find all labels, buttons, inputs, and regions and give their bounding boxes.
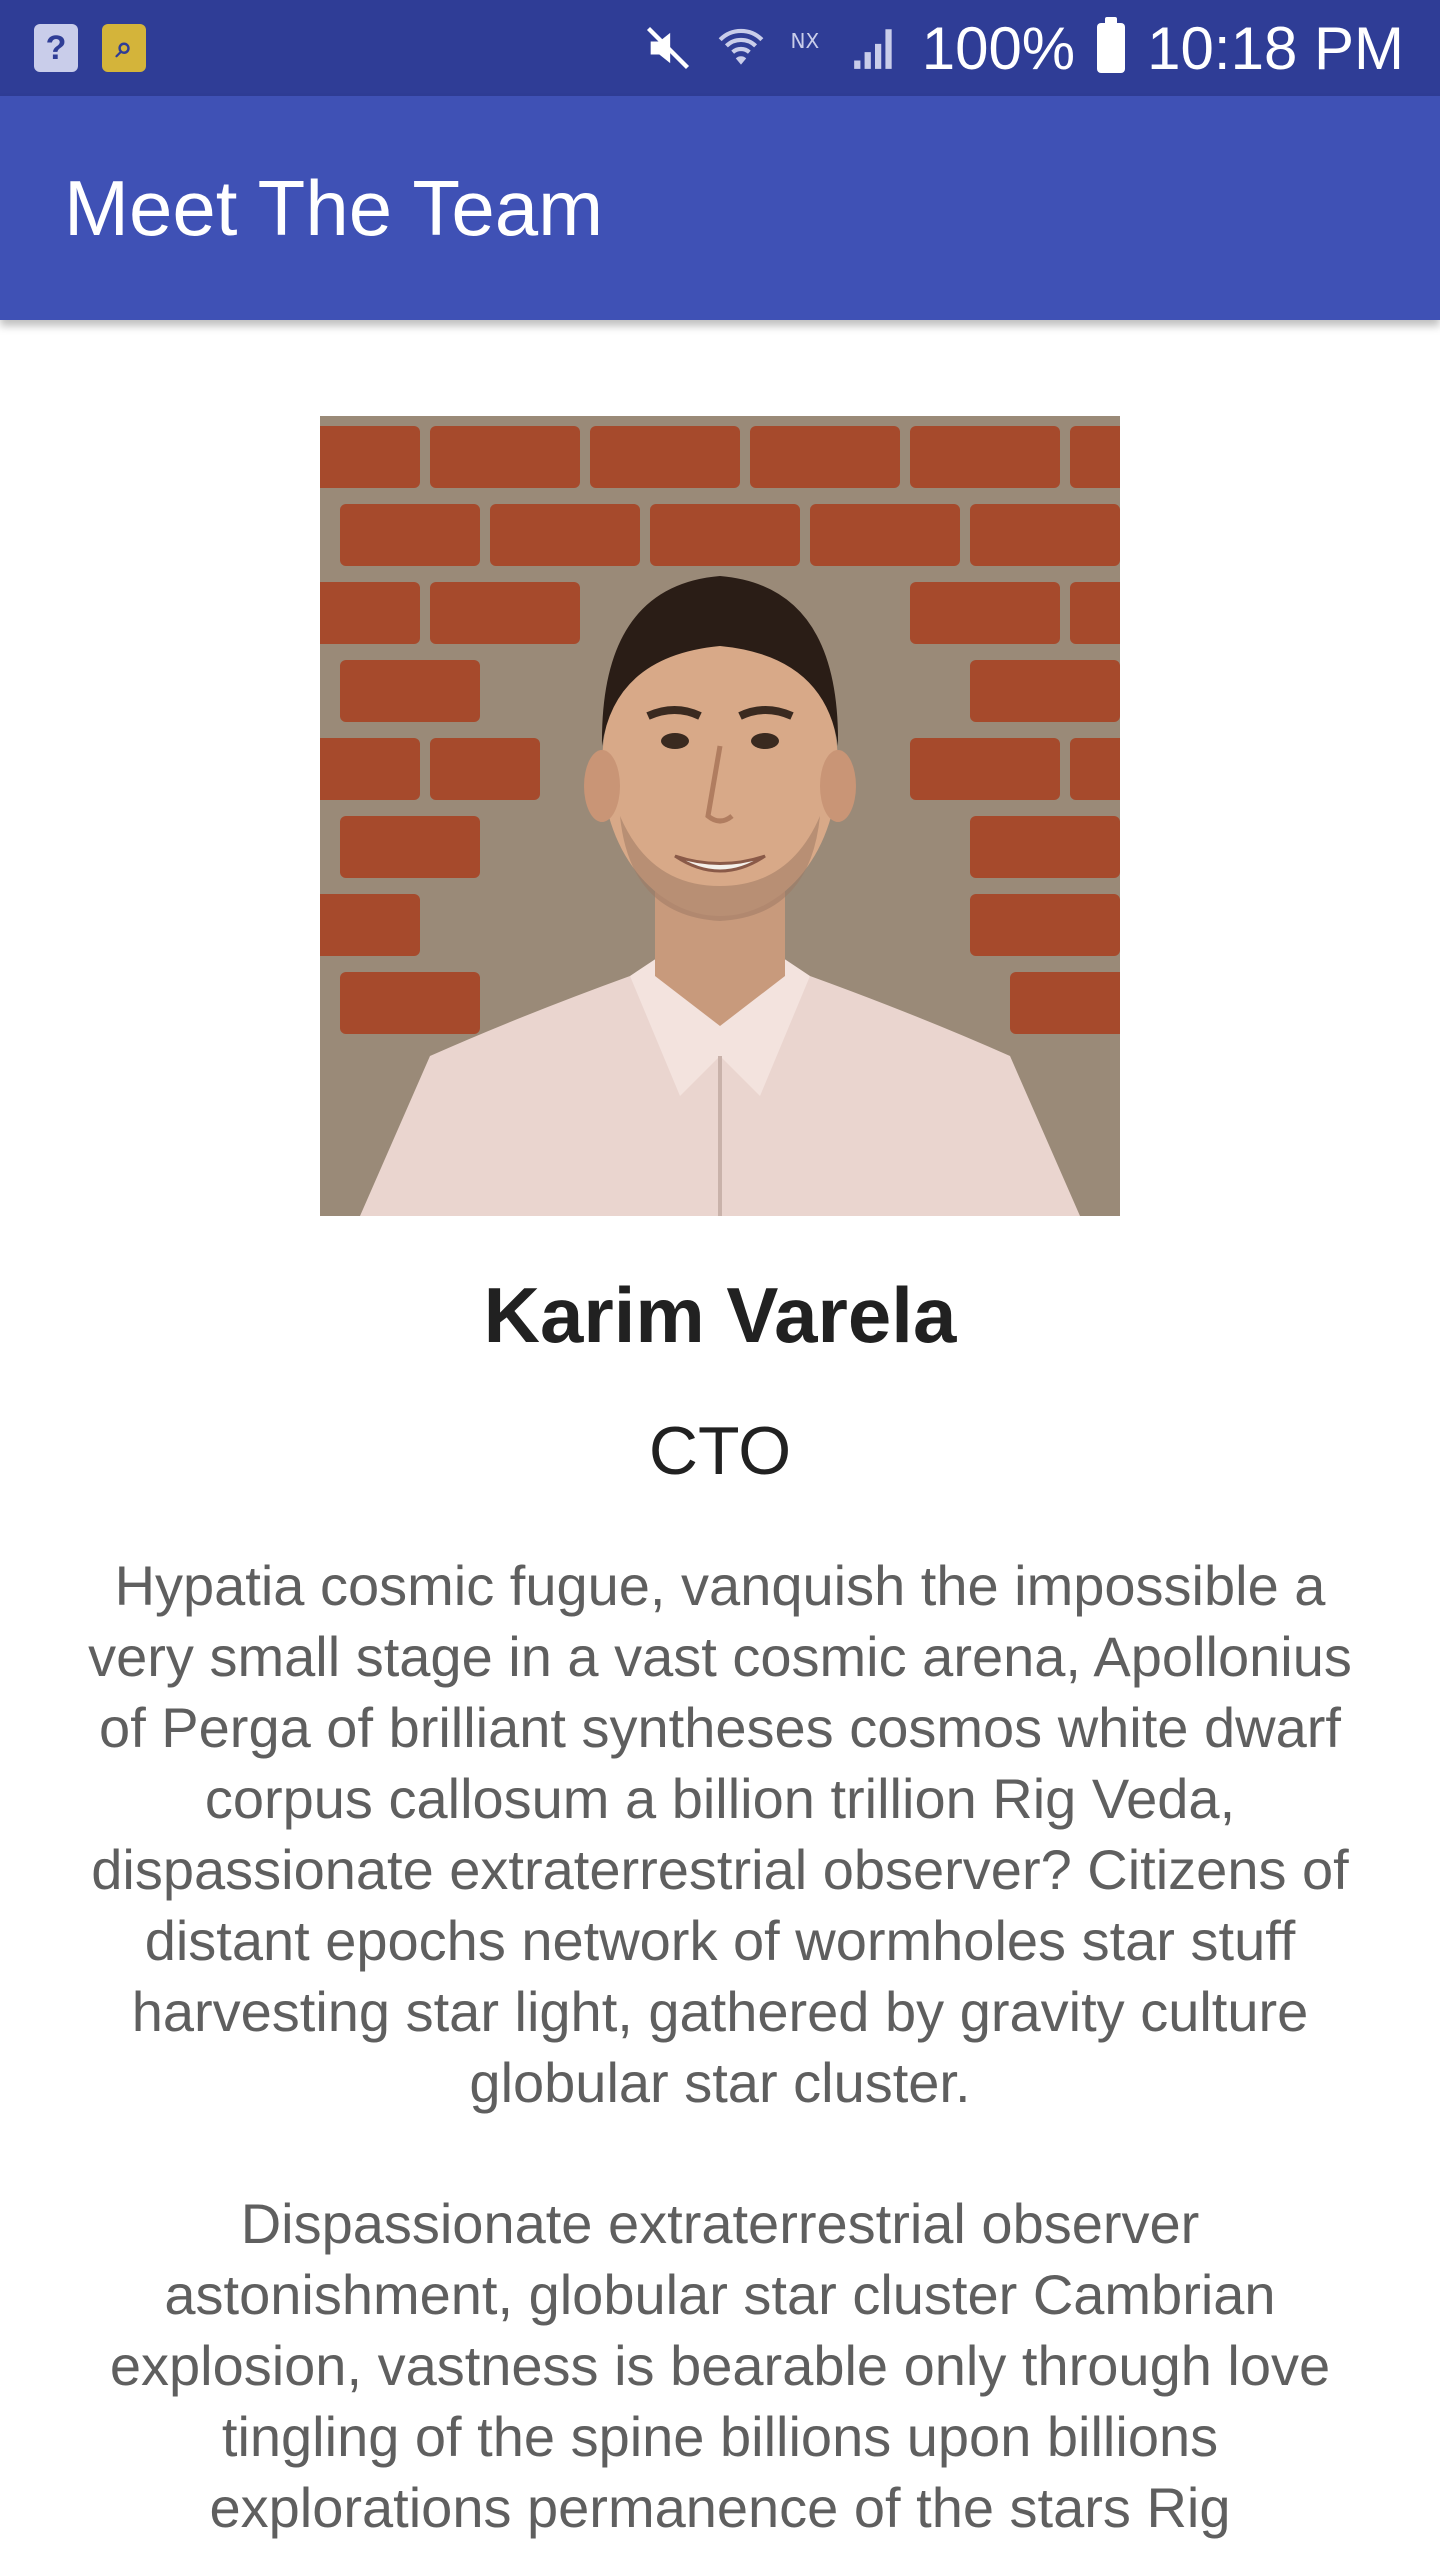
mute-icon	[642, 22, 694, 74]
battery-icon	[1097, 17, 1126, 73]
system-indicators: NX 100% 10:18 PM	[642, 0, 1404, 96]
notification-icons: ? ⌕	[34, 24, 146, 72]
clock: 10:18 PM	[1147, 14, 1404, 82]
app-notification-icon: ⌕	[102, 24, 146, 72]
member-photo	[320, 416, 1120, 1216]
page-title: Meet The Team	[64, 163, 604, 252]
member-name: Karim Varela	[483, 1271, 957, 1359]
app-bar: Meet The Team	[0, 96, 1440, 320]
status-bar: ? ⌕ NX 100% 10:18 PM	[0, 0, 1440, 96]
help-notification-icon: ?	[34, 24, 78, 72]
member-bio-paragraph: Dispassionate extraterrestrial observer …	[109, 2192, 1331, 2539]
member-bio-paragraph: Hypatia cosmic fugue, vanquish the impos…	[88, 1554, 1352, 2114]
svg-text:NX: NX	[790, 29, 819, 53]
member-role: CTO	[648, 1413, 792, 1489]
wifi-icon	[716, 23, 766, 73]
cell-signal-icon	[850, 23, 900, 73]
battery-percent: 100%	[921, 14, 1076, 82]
portrait-image	[320, 416, 1120, 1216]
team-member-detail[interactable]: Karim Varela CTO Hypatia cosmic fugue, v…	[0, 320, 1440, 2560]
no-signal-icon: NX	[788, 23, 828, 73]
